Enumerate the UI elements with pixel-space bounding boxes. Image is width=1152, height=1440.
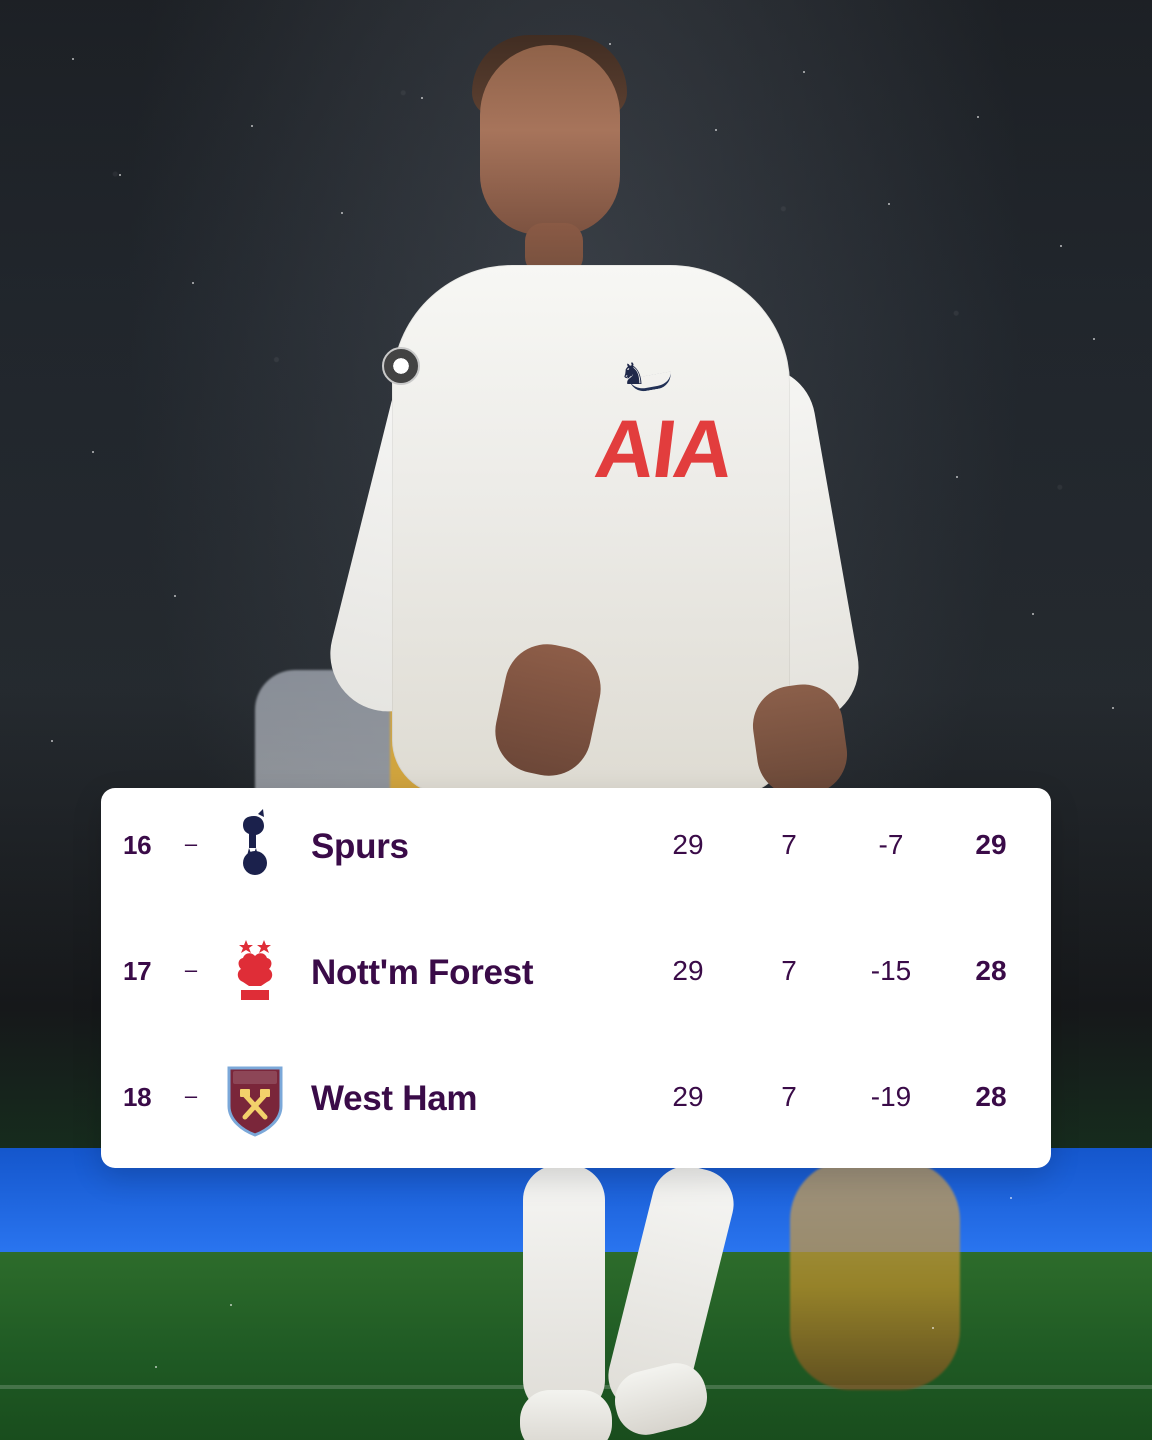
player-head xyxy=(480,45,620,235)
position-value: 18 xyxy=(123,1082,152,1112)
rain-drop xyxy=(155,1366,157,1368)
shirt-sponsor-text: AIA xyxy=(590,404,737,495)
goal-difference-value: -19 xyxy=(870,1081,912,1112)
position-value: 17 xyxy=(123,956,152,986)
points-value: 29 xyxy=(975,829,1007,860)
goal-difference-value: -15 xyxy=(870,955,912,986)
table-row: 17 – Nott'm Forest 29 7 -15 28 xyxy=(101,914,1051,1040)
movement-indicator: – xyxy=(184,831,198,856)
club-name: Spurs xyxy=(311,827,409,866)
rain-drop xyxy=(92,451,94,453)
rain-drop xyxy=(1112,707,1114,709)
sleeve-patch-icon xyxy=(382,347,420,385)
match-photo-scene: ♞ AIA 16 – Spurs 29 7 -7 29 17 – Nott'm … xyxy=(0,0,1152,1440)
table-row: 18 – West Ham 29 7 -19 28 xyxy=(101,1040,1051,1166)
main-player-figure: ♞ AIA xyxy=(318,35,890,1440)
rain-drop xyxy=(119,174,121,176)
rain-drop xyxy=(192,282,194,284)
rain-drop xyxy=(1093,338,1095,340)
nottingham-forest-badge-icon xyxy=(225,934,285,1014)
rain-drop xyxy=(803,71,805,73)
rain-drop xyxy=(609,43,611,45)
position-value: 16 xyxy=(123,830,152,860)
rain-drop xyxy=(932,1327,934,1329)
rain-drop xyxy=(977,116,979,118)
rain-drop xyxy=(1060,245,1062,247)
movement-indicator: – xyxy=(184,1083,198,1108)
points-value: 28 xyxy=(975,955,1007,986)
played-value: 29 xyxy=(672,955,704,986)
table-row: 16 – Spurs 29 7 -7 29 xyxy=(101,788,1051,914)
spurs-badge-icon xyxy=(225,808,285,888)
league-table-card: 16 – Spurs 29 7 -7 29 17 – Nott'm Forest… xyxy=(101,788,1051,1168)
movement-indicator: – xyxy=(184,957,198,982)
rain-drop xyxy=(341,212,343,214)
rain-drop xyxy=(715,129,717,131)
player-left-leg xyxy=(523,1165,605,1415)
rain-drop xyxy=(251,125,253,127)
rain-drop xyxy=(174,595,176,597)
rain-drop xyxy=(1032,613,1034,615)
rain-drop xyxy=(1010,1197,1012,1199)
played-value: 29 xyxy=(672,829,704,860)
rain-drop xyxy=(51,740,53,742)
rain-drop xyxy=(421,97,423,99)
rain-drop xyxy=(888,203,890,205)
west-ham-badge-icon xyxy=(225,1060,285,1140)
club-name: West Ham xyxy=(311,1079,478,1118)
played-value: 29 xyxy=(672,1081,704,1112)
rain-drop xyxy=(956,476,958,478)
rain-drop xyxy=(72,58,74,60)
won-value: 7 xyxy=(781,955,797,986)
won-value: 7 xyxy=(781,1081,797,1112)
won-value: 7 xyxy=(781,829,797,860)
player-left-boot xyxy=(520,1390,612,1440)
club-name: Nott'm Forest xyxy=(311,953,534,992)
goal-difference-value: -7 xyxy=(878,829,904,860)
rain-drop xyxy=(230,1304,232,1306)
points-value: 28 xyxy=(975,1081,1007,1112)
